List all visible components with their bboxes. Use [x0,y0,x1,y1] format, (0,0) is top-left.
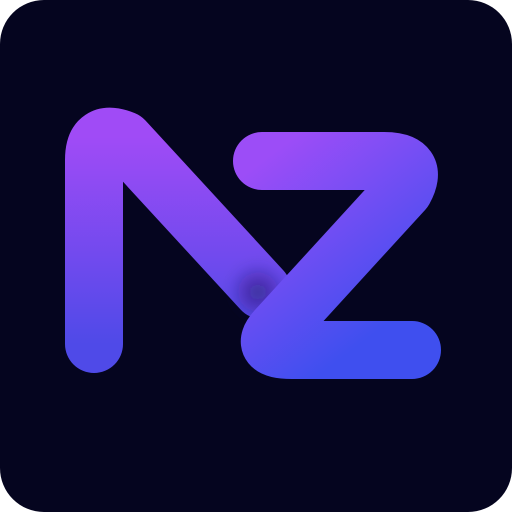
app-icon-canvas: NZ [0,0,512,512]
nz-logo-app-icon [0,0,512,512]
